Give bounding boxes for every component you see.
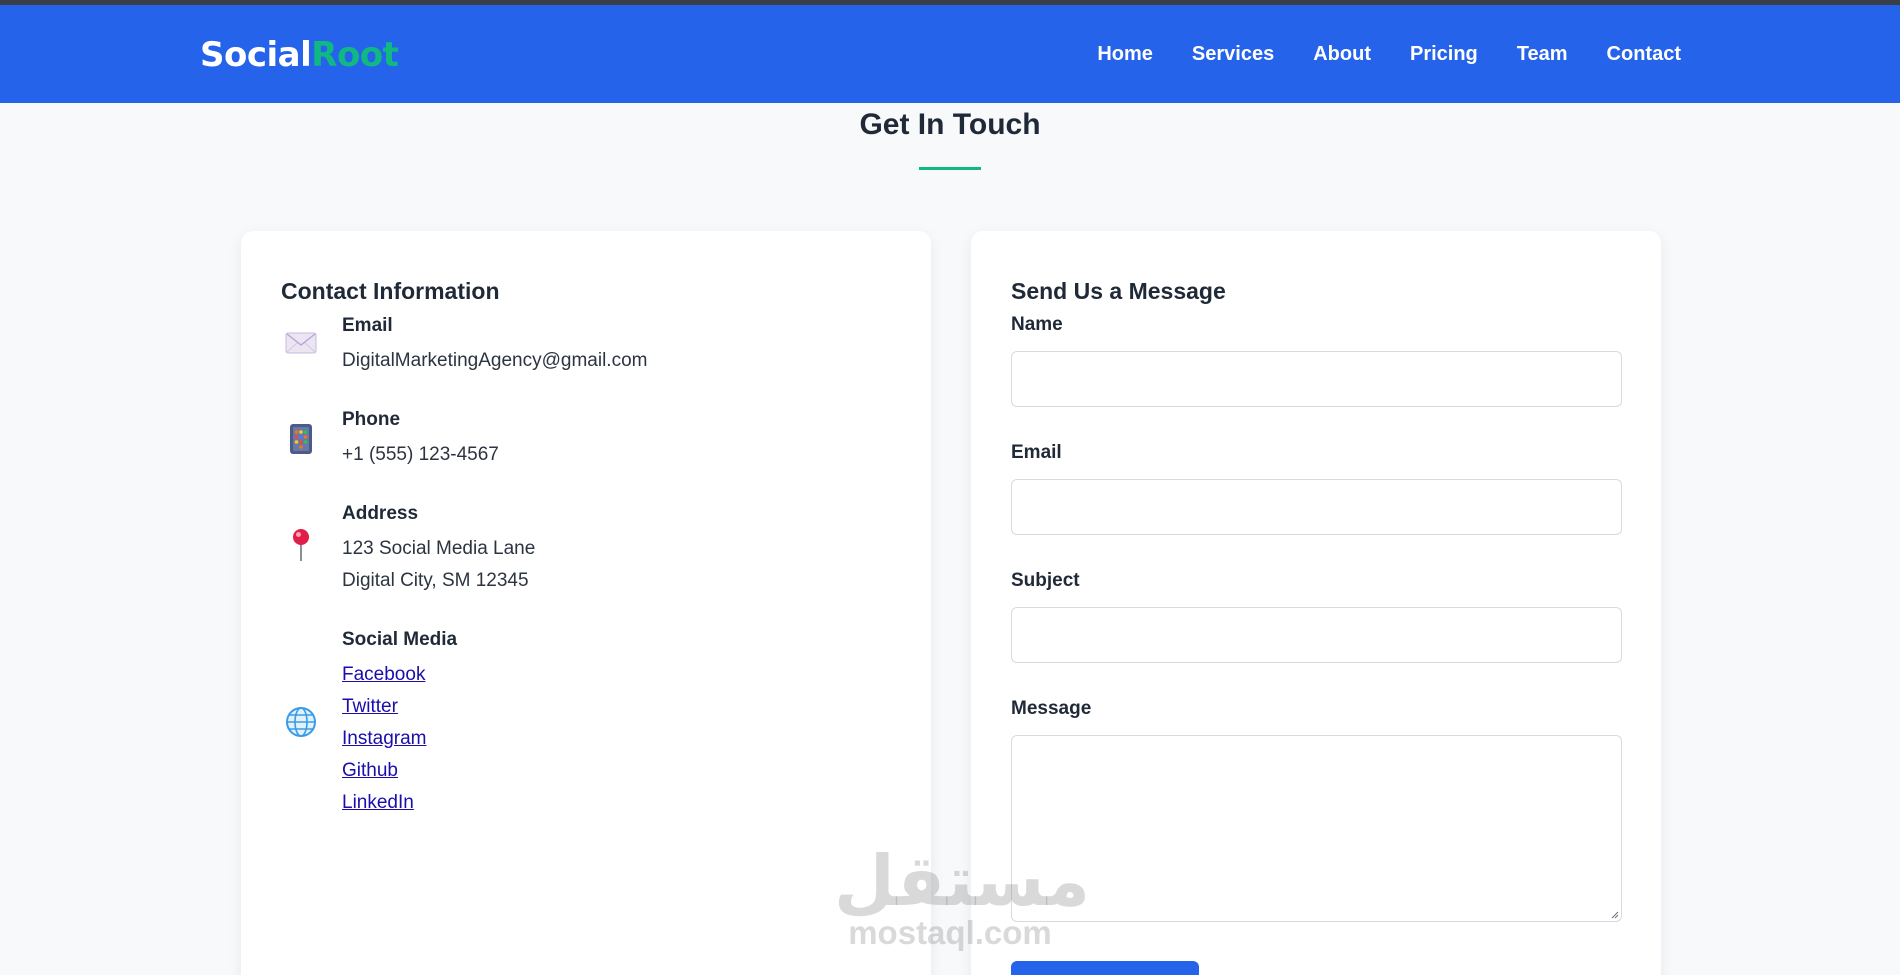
address-label: Address — [342, 503, 419, 524]
watermark-arabic: مستقل — [834, 840, 1091, 922]
email-label: Email — [342, 315, 393, 336]
name-input[interactable] — [1011, 351, 1622, 407]
envelope-icon — [281, 323, 321, 363]
subject-input[interactable] — [1011, 607, 1622, 663]
globe-icon — [281, 702, 321, 742]
phone-label: Phone — [342, 409, 401, 430]
nav-link-team[interactable]: Team — [1517, 43, 1568, 66]
resize-grip-icon[interactable] — [1609, 909, 1619, 919]
message-textarea[interactable] — [1011, 735, 1622, 922]
social-link-twitter[interactable]: Twitter — [342, 691, 902, 723]
social-link-instagram[interactable]: Instagram — [342, 723, 902, 755]
phone-value: +1 (555) 123-4567 — [342, 444, 499, 465]
address-line-2: Digital City, SM 12345 — [342, 570, 529, 591]
section-title: Get In Touch — [859, 108, 1041, 141]
phone-icon — [281, 419, 321, 459]
contact-info-card: Contact Information Email DigitalMarketi… — [241, 231, 931, 975]
brand-name-root: Root — [311, 35, 399, 75]
name-label: Name — [1011, 314, 1063, 335]
pushpin-icon — [281, 525, 321, 565]
nav-link-about[interactable]: About — [1313, 43, 1371, 66]
social-media-label: Social Media — [342, 629, 458, 650]
brand-name-social: Social — [200, 35, 312, 75]
social-link-facebook[interactable]: Facebook — [342, 659, 902, 691]
send-message-button[interactable] — [1011, 961, 1199, 975]
nav-link-home[interactable]: Home — [1097, 43, 1153, 66]
email-field-label: Email — [1011, 442, 1062, 463]
watermark: مستقل mostaql.com — [834, 840, 1091, 951]
email-value: DigitalMarketingAgency@gmail.com — [342, 350, 648, 371]
address-line-1: 123 Social Media Lane — [342, 538, 536, 559]
nav-links: Home Services About Pricing Team Contact — [1097, 43, 1681, 66]
watermark-latin: mostaql.com — [848, 914, 1052, 951]
nav-link-services[interactable]: Services — [1192, 43, 1274, 66]
title-underline — [919, 167, 981, 170]
navbar: SocialRoot Home Services About Pricing T… — [0, 5, 1900, 103]
nav-link-contact[interactable]: Contact — [1607, 43, 1681, 66]
subject-label: Subject — [1011, 570, 1080, 591]
social-link-github[interactable]: Github — [342, 755, 902, 787]
form-heading: Send Us a Message — [1011, 278, 1226, 304]
nav-link-pricing[interactable]: Pricing — [1410, 43, 1478, 66]
social-link-linkedin[interactable]: LinkedIn — [342, 787, 902, 819]
contact-info-heading: Contact Information — [281, 278, 500, 304]
email-input[interactable] — [1011, 479, 1622, 535]
message-label: Message — [1011, 698, 1092, 719]
brand-logo[interactable]: SocialRoot — [200, 35, 399, 75]
